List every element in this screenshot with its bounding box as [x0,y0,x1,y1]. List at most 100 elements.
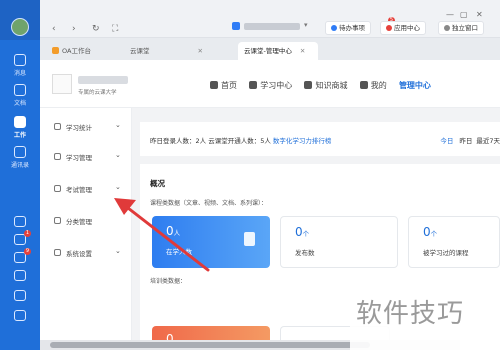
range-selector: 今日 昨日 最近7天 [440,135,500,145]
stats-bar: 昨日登录人数：2人 云课堂开通人数：5人 数字化学习力排行榜 今日 昨日 最近7天 [140,122,500,156]
overview-title: 概况 [150,179,165,188]
sidenav-label: 系统设置 [66,250,92,258]
org-icon [232,22,240,30]
stat-value: 0个 [295,225,309,239]
stat-number: 0 [423,225,431,239]
training-section-label: 培训类数据： [150,278,187,285]
calendar-icon[interactable] [14,216,26,227]
grid-icon [54,217,61,224]
approval-badge: 9 [24,248,31,255]
login-stats-text: 昨日登录人数：2人 云课堂开通人数：5人 [150,137,271,145]
close-tab-icon[interactable]: ✕ [300,47,305,55]
chevron-down-icon: ▾ [304,21,308,29]
watermark-text: 软件技巧 [356,299,465,329]
ranking-link[interactable]: 数字化学习力排行榜 [273,137,332,145]
contacts-icon [14,146,26,158]
todo-button[interactable]: 待办事项 [325,21,371,35]
sidenav-label: 学习管理 [66,154,92,162]
close-tab-icon[interactable]: ✕ [198,47,203,55]
school-logo [52,74,72,94]
minimize-icon[interactable]: — [446,10,454,19]
top-nav: 首页 学习中心 知识商城 我的 管理中心 [210,80,441,91]
gear-icon [54,249,61,256]
rail-item-work[interactable]: 工作 [0,116,40,139]
sidenav-item-learning[interactable]: 学习管理 ⌄ [40,146,132,168]
tab-management[interactable]: 云课堂-管理中心 ✕ [238,42,318,60]
mail-icon[interactable] [14,290,26,301]
exam-icon [54,185,61,192]
fullscreen-icon[interactable]: ⛶ [112,24,118,34]
stat-number: 0 [166,224,174,238]
chat-icon [14,54,26,66]
app-rail: 消息 文档 工作 通讯录 1 9 [0,0,40,350]
rail-item-messages[interactable]: 消息 [0,54,40,77]
stat-number: 0 [295,225,303,239]
document-icon [244,232,255,246]
tab-strip: OA工作台 云课堂 ✕ 云课堂-管理中心 ✕ [40,38,500,60]
sidenav-item-category[interactable]: 分类管理 [40,210,132,232]
rail-item-label: 通讯录 [10,162,29,169]
back-icon[interactable]: ‹ [52,24,56,34]
rail-item-contacts[interactable]: 通讯录 [0,146,40,169]
nav-label: 我的 [370,81,387,90]
avatar[interactable] [11,18,29,36]
stat-unit: 人 [173,229,181,237]
tab-label: 云课堂-管理中心 [244,47,292,55]
range-today[interactable]: 今日 [440,137,453,145]
nav-management[interactable]: 管理中心 [399,81,431,90]
chart-icon [54,123,61,130]
maximize-icon[interactable]: ▢ [460,10,468,19]
range-yesterday[interactable]: 昨日 [459,137,472,145]
todo-icon [331,25,337,31]
settings-icon[interactable] [14,310,26,321]
title-bar: — ▢ ✕ ‹ › ↻ ⛶ ▾ 待办事项 5 应用中心 独立窗口 [40,0,500,38]
stat-card-learners[interactable]: 0人 在学人数 [152,216,270,268]
stat-label: 被学习过的课程 [423,249,469,257]
stat-card-learned-courses[interactable]: 0个 被学习过的课程 [408,216,500,268]
school-name-redacted [78,76,128,84]
todo-label: 待办事项 [339,24,365,32]
sidenav-item-settings[interactable]: 系统设置 ⌄ [40,242,132,264]
org-switcher[interactable]: ▾ [220,20,320,34]
nav-label: 学习中心 [260,81,293,90]
org-name-redacted [244,23,300,30]
sidenav-item-stats[interactable]: 学习统计 ⌄ [40,116,132,138]
nav-mine[interactable]: 我的 [359,81,387,90]
sidenav-item-exam[interactable]: 考试管理 ⌄ [40,178,132,200]
school-slogan: 专属的云课大学 [78,90,117,96]
nav-mall[interactable]: 知识商城 [304,81,347,90]
login-stats: 昨日登录人数：2人 云课堂开通人数：5人 数字化学习力排行榜 [150,135,331,145]
doc-icon [14,84,26,96]
phone-icon[interactable] [14,270,26,281]
chevron-down-icon: ⌄ [115,121,121,129]
close-icon[interactable]: ✕ [476,10,483,19]
stat-label: 在学人数 [166,248,192,256]
nav-home[interactable]: 首页 [210,81,237,90]
chevron-down-icon: ⌄ [115,183,121,191]
tab-classroom[interactable]: 云课堂 ✕ [124,42,234,60]
rail-item-docs[interactable]: 文档 [0,84,40,107]
chevron-down-icon: ⌄ [115,151,121,159]
popout-button[interactable]: 独立窗口 [438,21,484,35]
graduation-cap-icon [249,81,258,89]
apps-center-button[interactable]: 应用中心 [380,21,426,35]
refresh-icon[interactable]: ↻ [92,24,100,34]
tab-label: 云课堂 [130,47,150,55]
task-badge: 1 [24,230,31,237]
stat-value: 0人 [166,224,180,238]
nav-learning[interactable]: 学习中心 [249,81,292,90]
forward-icon[interactable]: › [72,24,76,34]
home-icon [210,81,218,89]
stat-card-published[interactable]: 0个 发布数 [280,216,398,268]
rail-item-label: 工作 [13,132,26,139]
apps-center-label: 应用中心 [394,24,420,32]
tab-oa[interactable]: OA工作台 [46,42,116,60]
stat-unit: 个 [302,230,310,238]
learning-icon [54,153,61,160]
range-7-days[interactable]: 最近7天 [476,137,500,145]
sidenav-label: 分类管理 [66,218,92,226]
scrollbar-thumb[interactable] [50,342,370,348]
side-nav: 学习统计 ⌄ 学习管理 ⌄ 考试管理 ⌄ 分类管理 系统设置 ⌄ [40,108,132,350]
chevron-down-icon: ⌄ [115,247,121,255]
stat-value: 0个 [423,225,437,239]
